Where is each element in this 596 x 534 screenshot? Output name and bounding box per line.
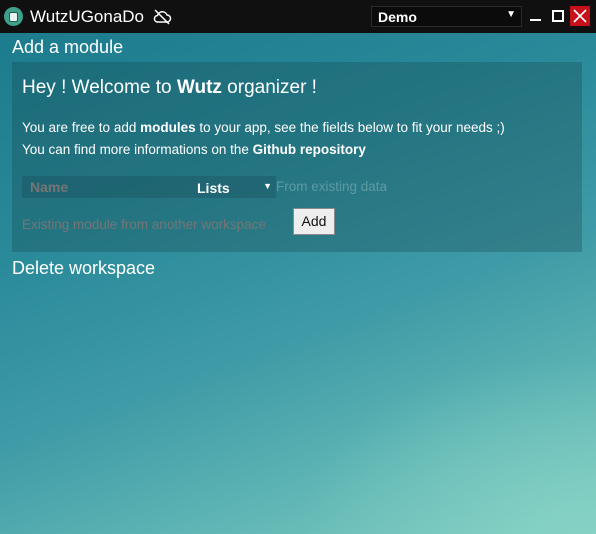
description-line-2: You can find more informations on the Gi… <box>22 142 366 157</box>
module-type-value: Lists <box>197 180 230 196</box>
existing-module-input[interactable] <box>22 210 300 238</box>
chevron-down-icon: ▼ <box>263 181 272 191</box>
from-existing-data-toggle[interactable]: From existing data <box>276 179 387 194</box>
module-name-input[interactable] <box>22 176 192 198</box>
close-icon <box>573 9 587 23</box>
app-logo-icon <box>4 7 23 26</box>
add-module-panel: Hey ! Welcome to Wutz organizer ! You ar… <box>12 62 582 252</box>
workspace-select-value: Demo <box>378 9 417 25</box>
minimize-button[interactable] <box>526 6 546 26</box>
github-repository-link[interactable]: Github repository <box>253 142 366 157</box>
app-name-bold: Wutz <box>176 77 222 98</box>
add-module-title[interactable]: Add a module <box>12 37 123 58</box>
add-button[interactable]: Add <box>293 208 335 235</box>
description-line-1: You are free to add modules to your app,… <box>22 120 505 135</box>
workspace-select[interactable]: Demo ▼ <box>371 6 522 27</box>
welcome-heading: Hey ! Welcome to Wutz organizer ! <box>22 77 317 98</box>
title-bar: WutzUGonaDo Demo ▼ <box>0 0 596 33</box>
chevron-down-icon: ▼ <box>506 9 516 20</box>
close-button[interactable] <box>570 6 590 26</box>
module-type-select[interactable]: Lists ▼ <box>192 176 276 198</box>
cloud-off-icon[interactable] <box>152 9 172 25</box>
maximize-button[interactable] <box>548 6 568 26</box>
delete-workspace-title[interactable]: Delete workspace <box>12 258 155 279</box>
app-title: WutzUGonaDo <box>30 7 145 26</box>
